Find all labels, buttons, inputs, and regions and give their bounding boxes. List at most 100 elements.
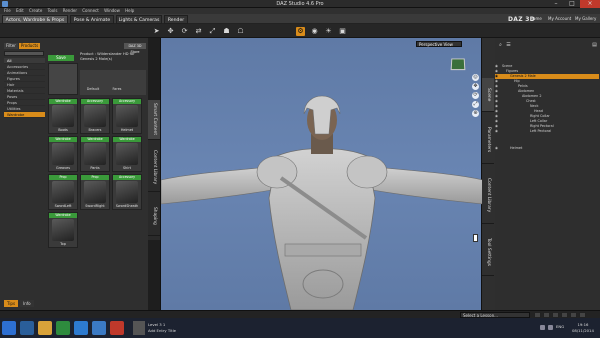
skype-icon[interactable] xyxy=(92,321,106,335)
category-list: All Accessories Animations Figures Hair … xyxy=(4,58,45,338)
asset-badge: Wardrobe xyxy=(49,99,77,104)
scene-filter-icon[interactable]: ☰ xyxy=(505,42,512,48)
system-clock[interactable]: 19:16 08/11/2014 xyxy=(572,322,594,334)
tab-lights-cameras[interactable]: Lights & Cameras xyxy=(116,15,162,24)
left-footer-tabs: Tips Info xyxy=(4,300,36,308)
product-thumb-fares[interactable]: Fares xyxy=(106,72,128,91)
dolly-icon[interactable]: ⤢ xyxy=(472,101,479,108)
rotate-tool-icon[interactable]: ⟳ xyxy=(180,27,189,36)
excel-icon[interactable] xyxy=(56,321,70,335)
pan-icon[interactable]: ✥ xyxy=(472,83,479,90)
asset-badge: Accessory xyxy=(81,99,109,104)
scene-tree-panel: ⌕ ☰ ▤ ◉ Scene ◉ Figures ◉ Genesis 2 Male ◉ H… xyxy=(495,38,600,310)
perspective-view-select[interactable]: Perspective View xyxy=(416,41,462,47)
my-account-link[interactable]: My Account xyxy=(548,16,571,22)
asset-tile-swordsheath[interactable]: Accessory SwordSheath xyxy=(112,174,142,210)
spotlight-icon[interactable]: ☀ xyxy=(324,27,333,36)
asset-name: Shirt xyxy=(123,166,131,170)
start-icon[interactable] xyxy=(2,321,16,335)
acrobat-icon[interactable] xyxy=(110,321,124,335)
rotate-view-icon[interactable]: ⟳ xyxy=(472,92,479,99)
taskbar-line-2: Add Entry Title xyxy=(148,328,177,333)
search-input[interactable] xyxy=(4,51,44,56)
tray-network-icon[interactable] xyxy=(540,325,545,330)
asset-thumbnail xyxy=(116,181,138,203)
tab-content-library-right[interactable]: Content Library xyxy=(482,168,494,224)
daz-store-button[interactable]: DAZ 3D Store xyxy=(124,43,146,54)
asset-thumbnail xyxy=(84,105,106,127)
asset-thumbnail xyxy=(116,143,138,165)
orbit-icon[interactable]: ◎ xyxy=(472,74,479,81)
explorer-icon[interactable] xyxy=(38,321,52,335)
daz-app-thumbnail[interactable] xyxy=(133,321,145,335)
tab-smart-content[interactable]: Smart Content xyxy=(148,100,160,140)
asset-name: SwordSheath xyxy=(115,204,139,208)
translate-tool-icon[interactable]: ⇄ xyxy=(194,27,203,36)
scene-search-icon[interactable]: ⌕ xyxy=(497,42,504,48)
render-icon[interactable]: ▣ xyxy=(338,27,347,36)
node-label: Pelvis xyxy=(518,84,528,88)
asset-thumbnail xyxy=(84,143,106,165)
camera-icon[interactable]: ◉ xyxy=(310,27,319,36)
tab-tool-settings[interactable]: Tool Settings xyxy=(482,228,494,276)
asset-tile-swordright[interactable]: Prop SwordRight xyxy=(80,174,110,210)
my-gallery-link[interactable]: My Gallery xyxy=(575,16,596,22)
asset-badge: Accessory xyxy=(113,99,141,104)
chrome-icon[interactable] xyxy=(74,321,88,335)
tab-actors-wardrobe-props[interactable]: Actors, Wardrobe & Props xyxy=(2,15,68,24)
asset-grid: Wardrobe Boots Accessory Bracers Accesso… xyxy=(48,98,144,338)
asset-tile-top[interactable]: Wardrobe Top xyxy=(48,212,78,248)
universal-tool-icon[interactable]: ✥ xyxy=(166,27,175,36)
os-taskbar: Level 3 1 Add Entry Title ENG 19:16 08/1… xyxy=(0,318,600,338)
asset-badge: Prop xyxy=(81,175,109,180)
asset-tile-pants[interactable]: Wardrobe Pants xyxy=(80,136,110,172)
pose-tool-icon[interactable]: ☗ xyxy=(222,27,231,36)
asset-badge: Wardrobe xyxy=(49,137,77,142)
maximize-button[interactable]: □ xyxy=(564,0,580,8)
asset-name: Greaves xyxy=(56,166,70,170)
right-side-tabs: Scene Parameters Content Library Tool Se… xyxy=(482,78,494,298)
node-label: Scene xyxy=(502,64,513,68)
category-wardrobe[interactable]: Wardrobe xyxy=(4,112,45,118)
tray-volume-icon[interactable] xyxy=(548,325,553,330)
scene-node-left-pectoral[interactable]: ◉ Left Pectoral xyxy=(495,129,599,134)
tab-content-library-left[interactable]: Content Library xyxy=(148,144,160,192)
tab-shaping[interactable]: Shaping xyxy=(148,196,160,236)
view-cube[interactable] xyxy=(450,58,466,71)
scene-menu-icon[interactable]: ▤ xyxy=(591,42,598,48)
tab-scene[interactable]: Scene xyxy=(482,78,494,112)
node-label: Right Collar xyxy=(530,114,550,118)
node-tool-icon[interactable]: ☖ xyxy=(236,27,245,36)
product-thumb-default[interactable]: Default xyxy=(82,72,104,91)
save-button[interactable]: Save xyxy=(48,55,74,61)
tab-filter[interactable]: Filter xyxy=(4,43,18,49)
tab-products[interactable]: Products xyxy=(18,43,41,49)
minimize-button[interactable]: – xyxy=(548,0,564,8)
3d-viewport[interactable]: Perspective View ◎ ✥ ⟳ ⤢ ⊕ xyxy=(160,38,483,310)
zoom-icon[interactable]: ⊕ xyxy=(472,110,479,117)
node-label: Helmet xyxy=(510,146,523,150)
close-button[interactable]: × xyxy=(580,0,600,8)
asset-tile-shirt[interactable]: Wardrobe Shirt xyxy=(112,136,142,172)
asset-tile-swordleft[interactable]: Prop SwordLeft xyxy=(48,174,78,210)
tab-parameters[interactable]: Parameters xyxy=(482,116,494,164)
language-indicator[interactable]: ENG xyxy=(556,324,564,329)
asset-tile-boots[interactable]: Wardrobe Boots xyxy=(48,98,78,134)
select-tool-icon[interactable]: ➤ xyxy=(152,27,161,36)
tab-tips[interactable]: Tips xyxy=(4,300,19,307)
asset-tile-greaves[interactable]: Wardrobe Greaves xyxy=(48,136,78,172)
asset-tile-bracers[interactable]: Accessory Bracers xyxy=(80,98,110,134)
left-side-tabs: Smart Content Content Library Shaping xyxy=(148,100,160,240)
tab-pose-animate[interactable]: Pose & Animate xyxy=(70,15,114,24)
scene-node-helmet[interactable]: ◉ Helmet xyxy=(495,146,599,151)
ie-icon[interactable] xyxy=(20,321,34,335)
render-settings-icon[interactable]: ⚙ xyxy=(296,27,305,36)
tab-info[interactable]: Info xyxy=(20,300,34,307)
asset-tile-helmet[interactable]: Accessory Helmet xyxy=(112,98,142,134)
taskbar-window-text: Level 3 1 Add Entry Title xyxy=(148,322,176,334)
scale-tool-icon[interactable]: ⤢ xyxy=(208,27,217,36)
home-link[interactable]: Home xyxy=(530,16,542,22)
tab-render[interactable]: Render xyxy=(164,15,188,24)
aux-viewport-icon[interactable] xyxy=(473,234,478,242)
product-info: Product : Wilderslander HD for Genesis 2… xyxy=(80,52,135,61)
